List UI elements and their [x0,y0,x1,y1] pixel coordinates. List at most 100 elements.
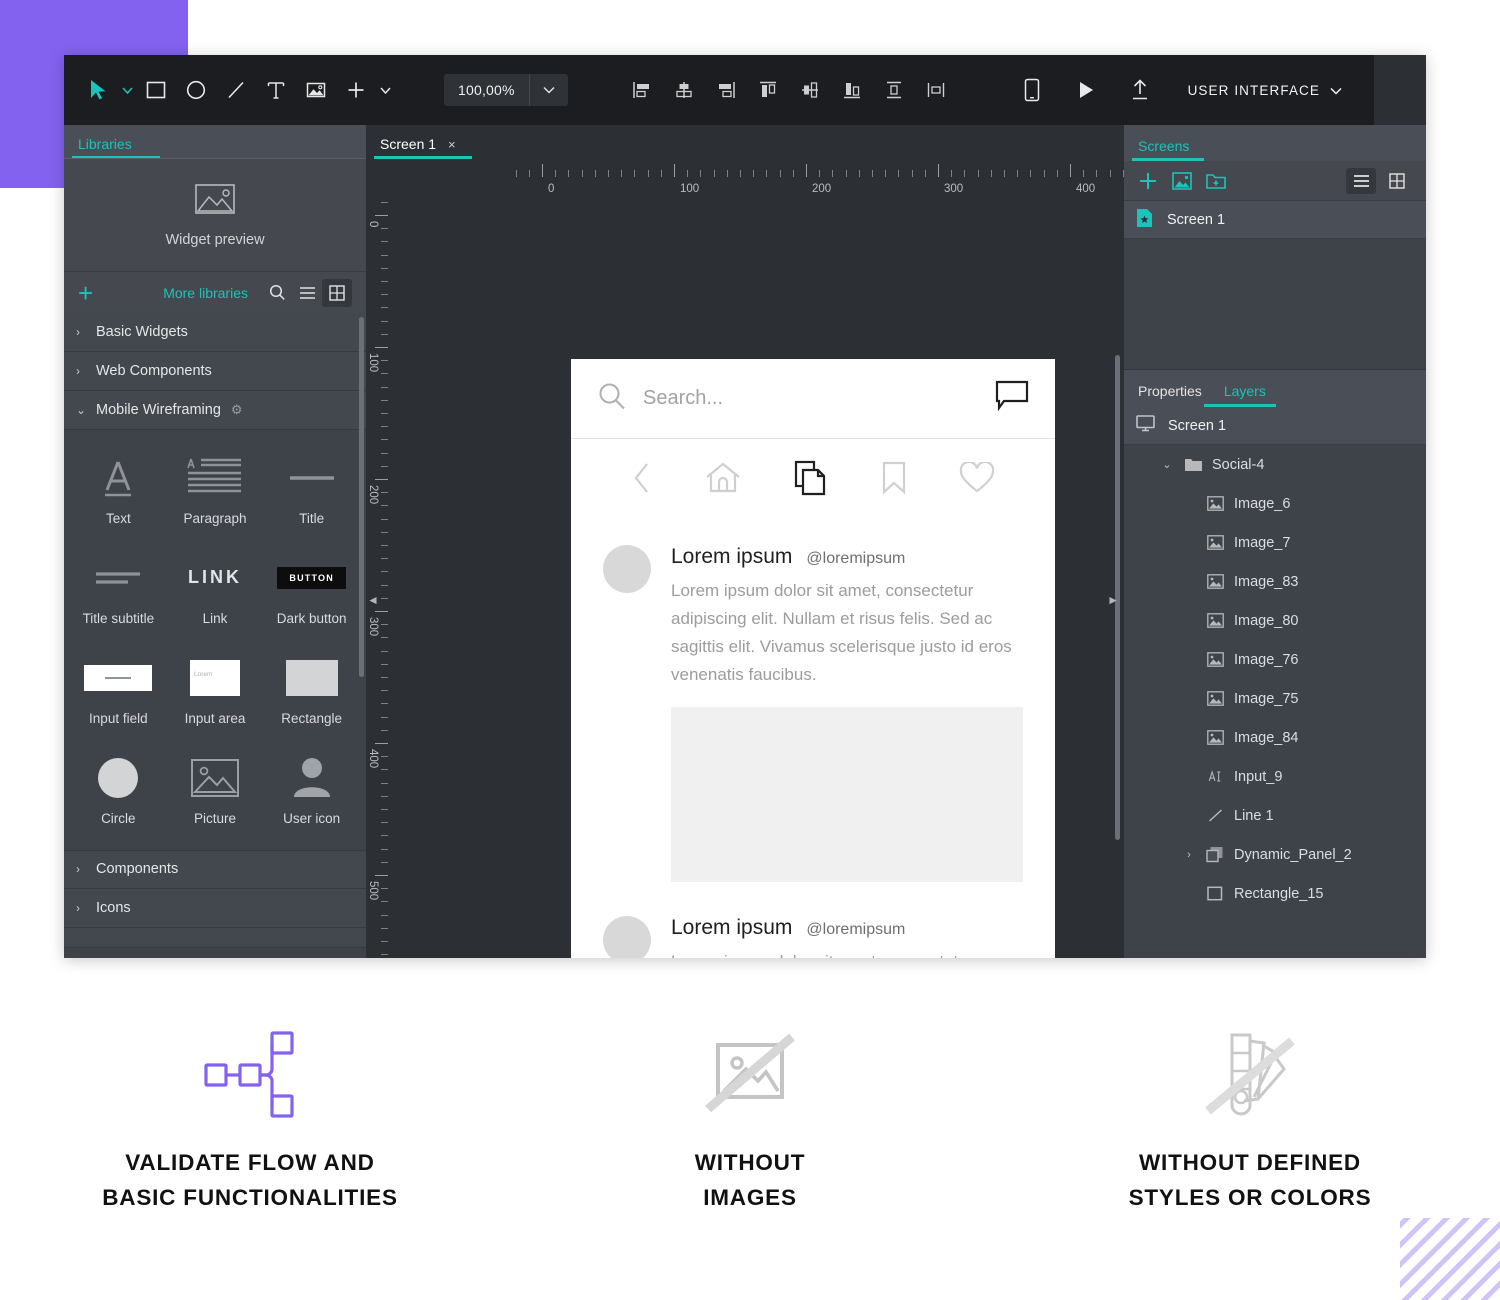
library-category-web-components[interactable]: › Web Components [64,352,366,391]
grid-view-icon[interactable] [1382,168,1412,194]
collapse-right-arrow-icon[interactable]: ► [1107,593,1119,607]
ruler-tick [832,170,834,177]
layer-row[interactable]: Image_80 [1124,601,1426,640]
close-icon[interactable]: × [448,137,456,152]
library-category-basic-widgets[interactable]: › Basic Widgets [64,313,366,352]
post-author-name: Lorem ipsum [671,916,793,940]
layer-label: Image_84 [1234,729,1299,746]
text-tool-icon[interactable] [256,70,296,110]
distribute-horizontal-icon[interactable] [920,75,952,105]
zoom-control[interactable]: 100,00% [444,74,568,106]
grid-view-icon[interactable] [322,278,352,307]
layer-row[interactable]: Image_83 [1124,562,1426,601]
widget-link[interactable]: LINK Link [167,544,264,640]
libraries-scrollbar[interactable] [359,317,364,677]
pages-icon[interactable] [794,460,828,501]
align-middle-vertical-icon[interactable] [794,75,826,105]
zoom-chevron-down-icon[interactable] [530,74,568,106]
image-tool-icon[interactable] [296,70,336,110]
publish-upload-icon[interactable] [1120,70,1160,110]
back-chevron-icon[interactable] [631,461,653,500]
widget-title[interactable]: Title [263,444,360,540]
layer-label: Image_7 [1234,534,1291,551]
collapse-left-arrow-icon[interactable]: ◄ [367,593,379,607]
layer-row[interactable]: Image_84 [1124,718,1426,757]
widget-user-icon[interactable]: User icon [263,744,360,840]
add-screen-icon[interactable] [1138,171,1158,191]
list-view-icon[interactable] [292,279,322,307]
list-view-icon[interactable] [1346,167,1376,194]
more-libraries-link[interactable]: More libraries [163,285,248,301]
layer-row[interactable]: ⌄ Social-4 [1124,445,1426,484]
layer-row[interactable]: Image_76 [1124,640,1426,679]
add-folder-icon[interactable] [1206,172,1226,190]
layer-row[interactable]: Rectangle_15 [1124,874,1426,913]
design-app-window: 100,00% USER INTERFACE Libraries Widget … [64,55,1426,958]
dark-button-art: BUTTON [277,554,346,602]
layer-row[interactable]: Line 1 [1124,796,1426,835]
pointer-tool-chevron-down-icon[interactable] [118,70,136,110]
align-bottom-icon[interactable] [836,75,868,105]
chevron-right-icon[interactable]: › [1182,849,1196,861]
image-icon [1206,613,1224,628]
library-category-icons[interactable]: › Icons [64,888,366,928]
gear-icon[interactable]: ⚙ [231,402,243,418]
align-left-icon[interactable] [626,75,658,105]
input-area-art: Lorem [189,654,240,702]
add-image-screen-icon[interactable] [1172,171,1192,190]
layer-row[interactable]: Image_75 [1124,679,1426,718]
layer-row[interactable]: Input_9 [1124,757,1426,796]
play-preview-icon[interactable] [1066,70,1106,110]
screen-list-item[interactable]: Screen 1 [1124,201,1426,239]
add-tool-icon[interactable] [336,70,376,110]
layer-row[interactable]: Image_6 [1124,484,1426,523]
align-top-icon[interactable] [752,75,784,105]
add-tool-chevron-down-icon[interactable] [376,70,394,110]
layers-root-item[interactable]: Screen 1 [1124,407,1426,445]
search-icon[interactable] [262,279,292,307]
widget-paragraph[interactable]: Paragraph [167,444,264,540]
align-right-icon[interactable] [710,75,742,105]
home-icon[interactable] [704,461,742,500]
layer-row[interactable]: › Dynamic_Panel_2 [1124,835,1426,874]
layer-row[interactable]: Image_7 [1124,523,1426,562]
post-item[interactable]: Lorem ipsum @loremipsum Lorem ipsum dolo… [571,882,1055,958]
flow-diagram-icon [204,1030,296,1120]
rectangle-tool-icon[interactable] [136,70,176,110]
device-preview-icon[interactable] [1012,70,1052,110]
library-category-components[interactable]: › Components [64,849,366,889]
widget-title-subtitle[interactable]: Title subtitle [70,544,167,640]
mockup-search-bar[interactable]: Search... [571,359,1055,439]
bookmark-icon[interactable] [880,461,908,500]
line-tool-icon[interactable] [216,70,256,110]
ui-mode-dropdown[interactable]: USER INTERFACE [1188,83,1342,98]
tab-properties[interactable]: Properties [1138,383,1202,407]
widget-picture[interactable]: Picture [167,744,264,840]
align-center-horizontal-icon[interactable] [668,75,700,105]
add-library-button[interactable]: + [78,280,93,306]
widget-input-field[interactable]: Input field [70,644,167,740]
chevron-down-icon[interactable]: ⌄ [1160,458,1174,471]
ruler-tick [634,170,636,177]
ruler-tick [674,164,675,177]
library-category-partial[interactable] [64,927,366,948]
widget-dark-button[interactable]: BUTTON Dark button [263,544,360,640]
widget-label: Paragraph [183,511,247,526]
phone-mockup[interactable]: Search... Lorem ipsum @loremipsum Lorem … [571,359,1055,958]
ellipse-tool-icon[interactable] [176,70,216,110]
distribute-vertical-icon[interactable] [878,75,910,105]
toolbar-right-filler [1374,55,1426,125]
post-item[interactable]: Lorem ipsum @loremipsum Lorem ipsum dolo… [571,521,1055,883]
widget-circle[interactable]: Circle [70,744,167,840]
search-input-placeholder[interactable]: Search... [643,387,723,410]
heart-icon[interactable] [959,460,995,499]
ruler-tick [381,571,388,573]
widget-grid: Text Paragraph Title Title subtitle LINK… [64,430,366,850]
widget-rectangle[interactable]: Rectangle [263,644,360,740]
widget-input-area[interactable]: Lorem Input area [167,644,264,740]
pointer-tool-icon[interactable] [78,70,118,110]
widget-text[interactable]: Text [70,444,167,540]
canvas-viewport[interactable]: Search... Lorem ipsum @loremipsum Lorem … [396,197,1124,958]
library-category-mobile-wireframing[interactable]: ⌄ Mobile Wireframing ⚙ [64,391,366,430]
chat-bubble-icon[interactable] [995,380,1029,417]
